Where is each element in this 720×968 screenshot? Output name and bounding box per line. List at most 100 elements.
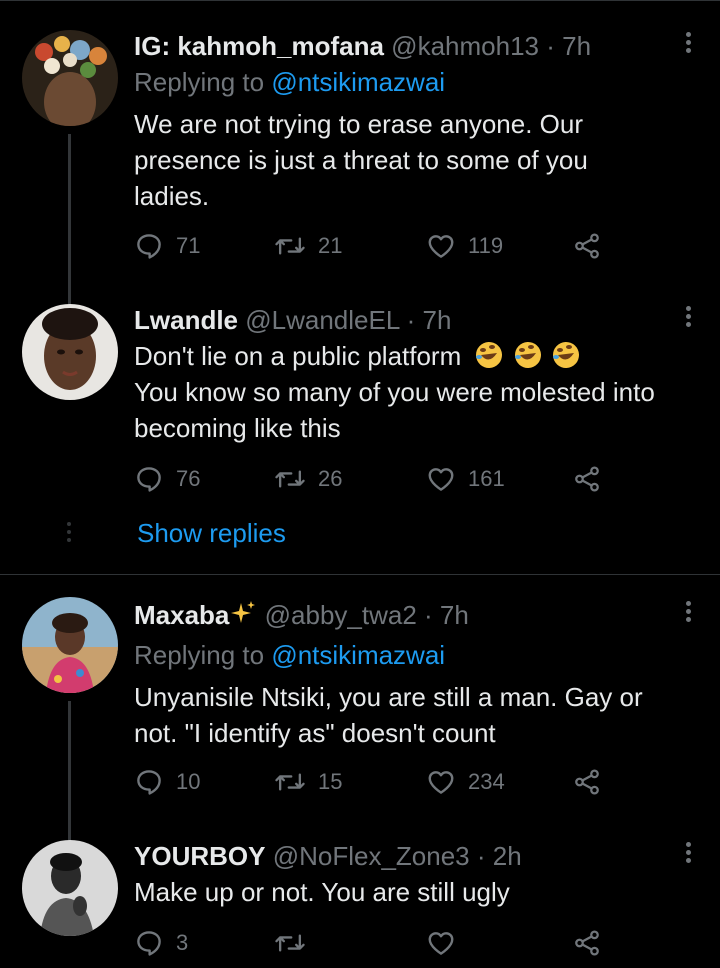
username[interactable]: @abby_twa2: [265, 600, 417, 630]
rolling-laughing-emoji: [474, 341, 581, 371]
avatar-yourboy[interactable]: [22, 840, 118, 936]
show-replies-link[interactable]: Show replies: [137, 518, 286, 549]
share-button[interactable]: [572, 462, 602, 496]
mention-link[interactable]: @ntsikimazwai: [271, 640, 445, 670]
retweet-count: 21: [318, 233, 343, 258]
like-button[interactable]: [426, 926, 456, 960]
share-button[interactable]: [572, 229, 602, 263]
like-button[interactable]: 161: [426, 462, 505, 496]
username[interactable]: @kahmoh13: [391, 31, 539, 61]
avatar-maxaba[interactable]: [22, 597, 118, 693]
retweet-count: 26: [318, 466, 343, 491]
reply-icon: [134, 928, 164, 958]
tweet-text: We are not trying to erase anyone. Our p…: [134, 106, 704, 214]
tweet-actions: 10 15 234: [134, 765, 614, 799]
tweet-text: Don't lie on a public platform You know …: [134, 338, 704, 446]
retweet-button[interactable]: 26: [274, 462, 342, 496]
more-icon[interactable]: [684, 842, 692, 868]
reply-button[interactable]: 3: [134, 926, 188, 960]
like-icon: [426, 231, 456, 261]
tweet-text: Make up or not. You are still ugly: [134, 874, 704, 910]
tweet-text-line: Unyanisile Ntsiki, you are still a man. …: [134, 682, 643, 712]
avatar-kahmoh[interactable]: [22, 30, 118, 126]
tweet-text-line: not. "I identify as" doesn't count: [134, 718, 496, 748]
share-icon: [572, 767, 602, 797]
retweet-icon: [274, 464, 306, 494]
reply-count: 71: [176, 233, 201, 258]
mention-link[interactable]: @ntsikimazwai: [271, 67, 445, 97]
thread-continuation-dots: [66, 522, 72, 546]
tweet-text-line: You know so many of you were molested in…: [134, 377, 655, 407]
share-button[interactable]: [572, 926, 602, 960]
retweet-button[interactable]: 15: [274, 765, 342, 799]
tweet-actions: 76 26 161: [134, 462, 614, 496]
timestamp[interactable]: 7h: [562, 31, 591, 61]
tweet-text-line: We are not trying to erase anyone. Our: [134, 109, 583, 139]
tweet-text: Unyanisile Ntsiki, you are still a man. …: [134, 679, 704, 751]
timestamp[interactable]: 7h: [422, 305, 451, 335]
reply-count: 3: [176, 930, 189, 955]
reply-count: 10: [176, 769, 201, 794]
share-icon: [572, 928, 602, 958]
like-button[interactable]: 234: [426, 765, 505, 799]
replying-to: Replying to @ntsikimazwai: [134, 66, 445, 98]
tweet-header: Lwandle @LwandleEL · 7h: [134, 304, 451, 336]
like-icon: [426, 928, 456, 958]
like-button[interactable]: 119: [426, 229, 503, 263]
tweet-text-line: ladies.: [134, 181, 210, 211]
tweet-header: IG: kahmoh_mofana @kahmoh13 · 7h: [134, 30, 591, 62]
display-name[interactable]: Lwandle: [134, 305, 238, 335]
share-icon: [572, 464, 602, 494]
timestamp[interactable]: 2h: [493, 841, 522, 871]
like-count: 234: [468, 769, 505, 794]
sparkles-emoji: [229, 600, 257, 630]
like-count: 119: [468, 233, 504, 258]
tweet-header: Maxaba @abby_twa2 · 7h: [134, 599, 469, 631]
more-icon[interactable]: [684, 601, 692, 627]
thread-line: [68, 134, 71, 314]
username[interactable]: @LwandleEL: [245, 305, 399, 335]
separator: ·: [406, 305, 416, 335]
reply-button[interactable]: 10: [134, 765, 200, 799]
retweet-icon: [274, 767, 306, 797]
tweet-text-line: Make up or not. You are still ugly: [134, 877, 510, 907]
retweet-icon: [274, 231, 306, 261]
retweet-count: 15: [318, 769, 343, 794]
tweet-header: YOURBOY @NoFlex_Zone3 · 2h: [134, 840, 522, 872]
top-divider: [0, 0, 720, 1]
share-icon: [572, 231, 602, 261]
reply-count: 76: [176, 466, 201, 491]
thread-line: [68, 701, 71, 841]
avatar-lwandle[interactable]: [22, 304, 118, 400]
retweet-button[interactable]: 21: [274, 229, 342, 263]
tweet-text-line: presence is just a threat to some of you: [134, 145, 588, 175]
tweet-actions: 3: [134, 926, 614, 960]
reply-icon: [134, 767, 164, 797]
tweet-actions: 71 21 119: [134, 229, 614, 263]
timestamp[interactable]: 7h: [440, 600, 469, 630]
reply-button[interactable]: 76: [134, 462, 200, 496]
thread-divider: [0, 574, 720, 575]
share-button[interactable]: [572, 765, 602, 799]
display-name[interactable]: IG: kahmoh_mofana: [134, 31, 384, 61]
display-name[interactable]: Maxaba: [134, 600, 229, 630]
separator: ·: [424, 600, 433, 630]
separator: ·: [476, 841, 486, 871]
replying-to-label: Replying to: [134, 640, 265, 670]
like-icon: [426, 464, 456, 494]
tweet-text-line: Don't lie on a public platform: [134, 338, 704, 374]
retweet-icon: [274, 928, 306, 958]
replying-to-label: Replying to: [134, 67, 265, 97]
separator: ·: [546, 31, 555, 61]
more-icon[interactable]: [684, 306, 692, 332]
retweet-button[interactable]: [274, 926, 306, 960]
tweet-text-line: becoming like this: [134, 413, 341, 443]
tweet-text-line-content: Don't lie on a public platform: [134, 341, 462, 371]
like-icon: [426, 767, 456, 797]
display-name[interactable]: YOURBOY: [134, 841, 265, 871]
username[interactable]: @NoFlex_Zone3: [273, 841, 470, 871]
reply-button[interactable]: 71: [134, 229, 200, 263]
replying-to: Replying to @ntsikimazwai: [134, 639, 445, 671]
more-icon[interactable]: [684, 32, 692, 58]
like-count: 161: [468, 466, 505, 491]
